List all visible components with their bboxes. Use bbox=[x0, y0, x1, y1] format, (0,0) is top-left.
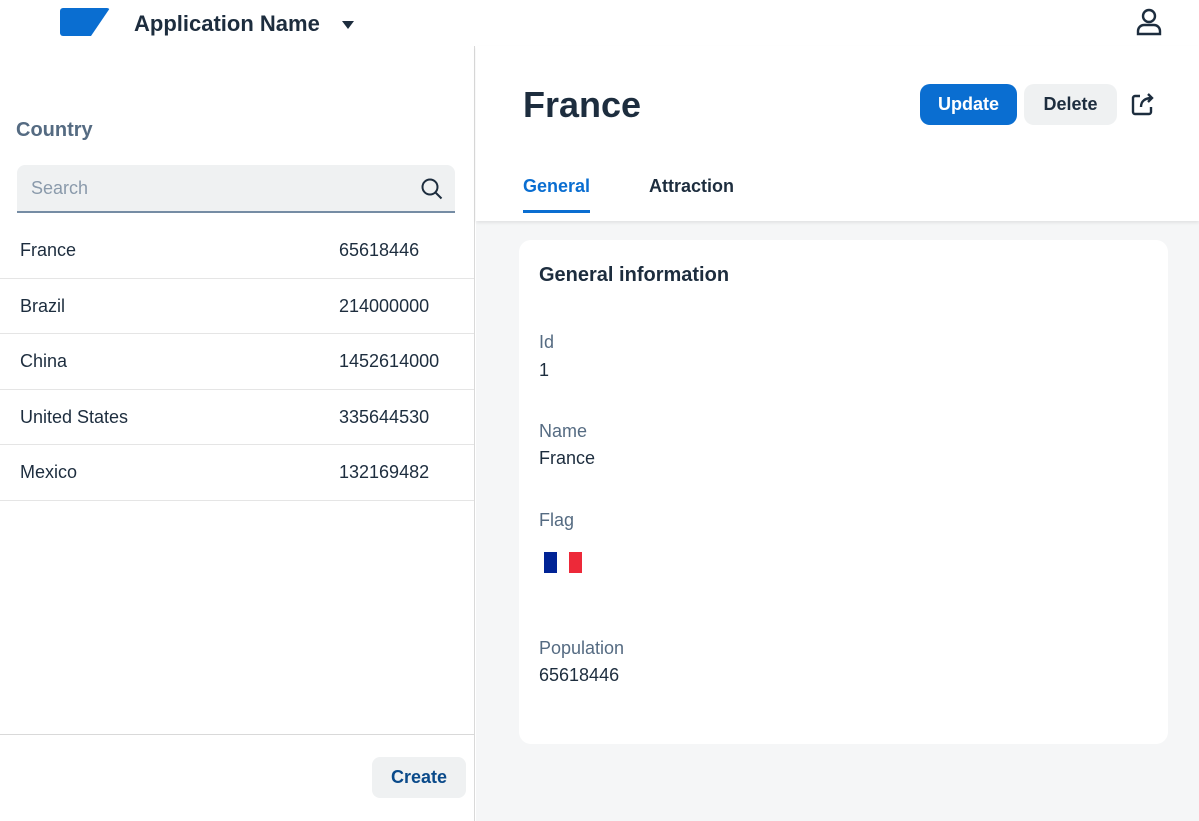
general-information-card: General information Id 1 Name France Fla… bbox=[519, 240, 1168, 744]
tab-general[interactable]: General bbox=[523, 176, 591, 213]
id-value: 1 bbox=[539, 360, 550, 380]
name-label: Name bbox=[539, 421, 588, 441]
search-field[interactable] bbox=[17, 165, 455, 213]
page-title: France bbox=[523, 84, 642, 125]
country-name: Brazil bbox=[20, 295, 66, 316]
population-value: 65618446 bbox=[539, 665, 620, 685]
share-icon[interactable] bbox=[1131, 92, 1157, 116]
master-panel: Country France 65618446 Brazil 214000000 C… bbox=[0, 46, 475, 821]
caret-down-icon[interactable] bbox=[342, 21, 354, 29]
list-item[interactable]: China 1452614000 bbox=[0, 334, 474, 390]
country-name: China bbox=[20, 351, 68, 372]
card-title: General information bbox=[539, 264, 730, 286]
country-population: 1452614000 bbox=[339, 351, 440, 372]
population-label: Population bbox=[539, 638, 625, 658]
flag-label: Flag bbox=[539, 510, 575, 530]
list-title: Country bbox=[16, 119, 93, 141]
country-list: France 65618446 Brazil 214000000 China 1452… bbox=[0, 223, 474, 501]
search-icon[interactable] bbox=[421, 178, 443, 200]
update-button[interactable]: Update bbox=[920, 84, 1017, 125]
country-population: 132169482 bbox=[339, 462, 430, 483]
user-icon[interactable] bbox=[1136, 8, 1162, 36]
search-input[interactable] bbox=[31, 165, 411, 211]
country-population: 214000000 bbox=[339, 295, 430, 316]
country-name: United States bbox=[20, 406, 129, 427]
object-header: France Update Delete General Attraction bbox=[476, 46, 1199, 221]
delete-button[interactable]: Delete bbox=[1024, 84, 1117, 125]
shell-bar: Application Name bbox=[0, 0, 1199, 46]
list-footer: Create bbox=[0, 734, 474, 821]
list-item[interactable]: Brazil 214000000 bbox=[0, 279, 474, 335]
list-item[interactable]: United States 335644530 bbox=[0, 390, 474, 446]
tab-attraction[interactable]: Attraction bbox=[649, 176, 734, 210]
country-name: Mexico bbox=[20, 462, 78, 483]
logo[interactable] bbox=[60, 8, 110, 36]
create-button[interactable]: Create bbox=[372, 757, 466, 798]
list-item[interactable]: Mexico 132169482 bbox=[0, 445, 474, 501]
detail-panel: France Update Delete General Attraction … bbox=[476, 46, 1199, 821]
france-flag bbox=[544, 552, 583, 573]
id-label: Id bbox=[539, 332, 555, 352]
app-name[interactable]: Application Name bbox=[134, 11, 320, 37]
country-population: 65618446 bbox=[339, 240, 420, 260]
name-value: France bbox=[539, 448, 596, 468]
list-item[interactable]: France 65618446 bbox=[0, 223, 474, 279]
country-name: France bbox=[20, 240, 77, 260]
country-population: 335644530 bbox=[339, 406, 430, 427]
